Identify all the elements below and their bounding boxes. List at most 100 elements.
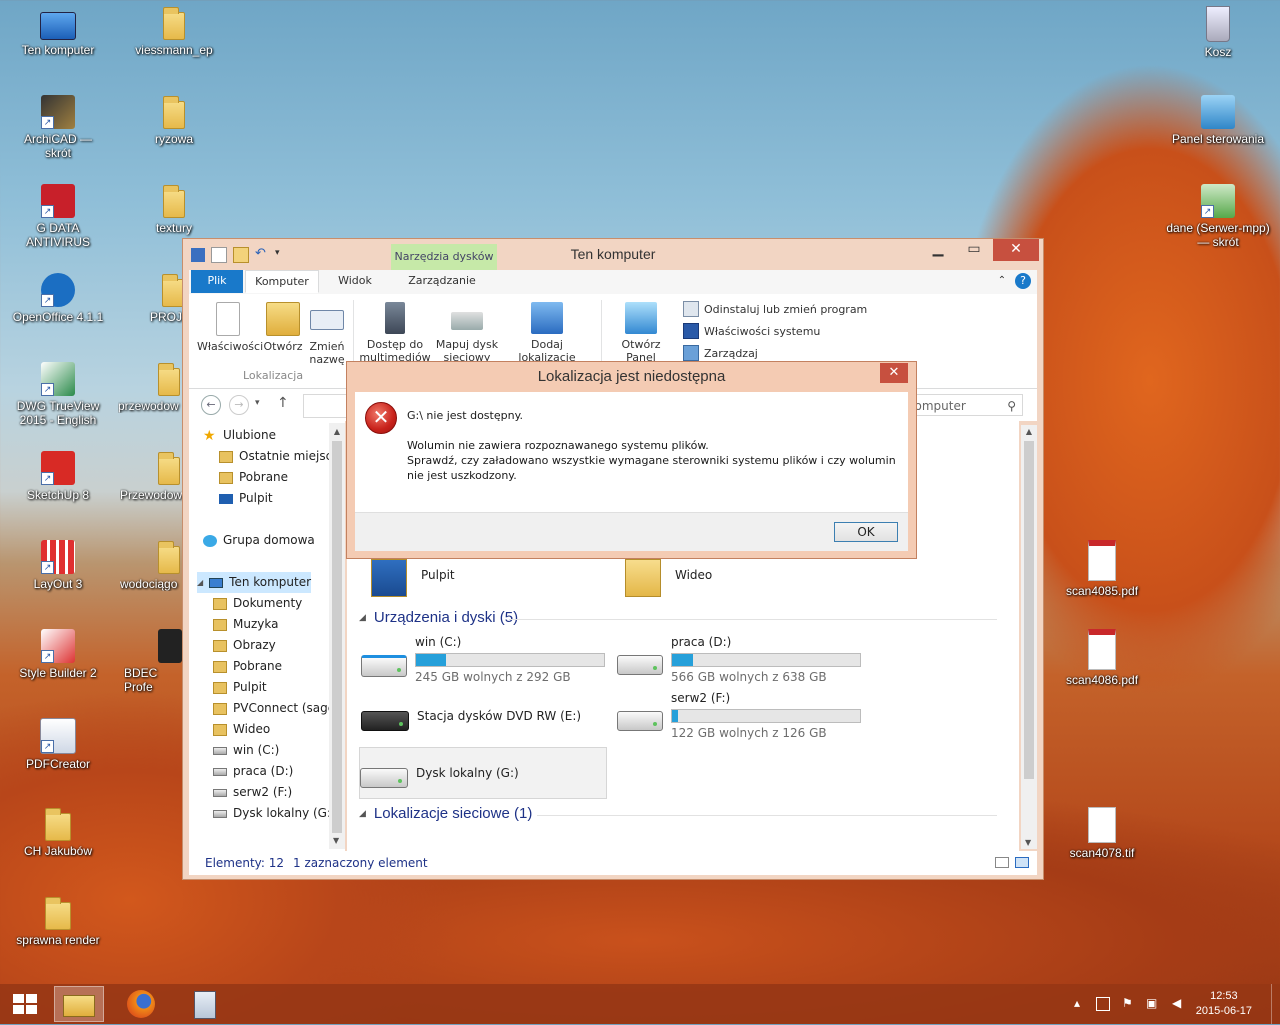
expand-chevron-icon[interactable]: ◢	[197, 572, 203, 593]
desktop-icon-panel-sterowania[interactable]: Panel sterowania	[1170, 95, 1266, 146]
desktop-icon-label: OpenOffice 4.1.1	[12, 310, 104, 324]
nav-item[interactable]: Pobrane	[219, 467, 288, 488]
desktop-icon-style-builder[interactable]: ↗ Style Builder 2	[10, 629, 106, 680]
tab-komputer[interactable]: Komputer	[245, 270, 319, 293]
network-section-header[interactable]: ◢ Lokalizacje sieciowe (1)	[359, 805, 532, 822]
desktop-icon-wodociagi[interactable]: wodociągo	[120, 540, 182, 591]
close-button[interactable]: ✕	[993, 239, 1039, 261]
desktop-icon-ryzowa[interactable]: ryzowa	[126, 95, 222, 146]
tab-widok[interactable]: Widok	[325, 270, 385, 293]
control-panel-icon	[625, 302, 657, 334]
navigation-scrollbar[interactable]: ▲ ▼	[329, 423, 345, 849]
desktop-icon-ch-jakubow[interactable]: CH Jakubów	[10, 807, 106, 858]
nav-item[interactable]: Wideo	[213, 719, 270, 740]
drive-tile-c[interactable]: win (C:) 245 GB wolnych z 292 GB	[361, 635, 605, 687]
nav-item[interactable]: ◢ Ten komputer	[197, 572, 312, 593]
map-network-drive-button[interactable]: Mapuj dysk sieciowy	[435, 302, 499, 364]
system-properties-button[interactable]: Właściwości systemu	[683, 323, 820, 339]
desktop-icon-viessmann[interactable]: viessmann_ep	[126, 6, 222, 57]
nav-item[interactable]: Pulpit	[219, 488, 273, 509]
scroll-thumb[interactable]	[332, 441, 342, 833]
back-button[interactable]: ←	[201, 395, 221, 415]
search-input[interactable]: komputer ⚲	[903, 394, 1023, 416]
tab-plik[interactable]: Plik	[191, 270, 243, 293]
drive-tile-dvd[interactable]: Stacja dysków DVD RW (E:)	[361, 691, 605, 743]
explorer-titlebar[interactable]: ↶ ▾ Narzędzia dysków Ten komputer ▁ ▭ ✕	[183, 239, 1043, 270]
taskbar-explorer-button[interactable]	[54, 986, 104, 1022]
nav-item[interactable]: Muzyka	[213, 614, 278, 635]
drive-tile-g-selected[interactable]: Dysk lokalny (G:)	[359, 747, 607, 799]
dialog-close-button[interactable]: ✕	[880, 363, 908, 383]
desktop-icon-dane-serwer[interactable]: ↗ dane (Serwer-mpp) — skrót	[1164, 184, 1272, 249]
help-icon[interactable]: ?	[1015, 273, 1031, 289]
collapse-chevron-icon[interactable]: ◢	[359, 808, 366, 819]
drive-tile-d[interactable]: praca (D:) 566 GB wolnych z 638 GB	[617, 635, 861, 687]
desktop-icon-label: Przewodow	[120, 488, 182, 502]
open-button[interactable]: Otwórz	[261, 302, 305, 353]
show-desktop-button[interactable]	[1271, 984, 1280, 1024]
nav-item[interactable]: Grupa domowa	[203, 530, 315, 551]
desktop-icon-scan4078[interactable]: scan4078.tif	[1054, 807, 1150, 860]
scroll-down-icon[interactable]: ▼	[333, 836, 339, 845]
recent-locations-chevron-icon[interactable]: ▾	[255, 398, 260, 408]
nav-item[interactable]: praca (D:)	[213, 761, 293, 782]
media-access-button[interactable]: Dostęp do multimediów	[357, 302, 433, 364]
desktop-icon-scan4085[interactable]: scan4085.pdf	[1054, 540, 1150, 598]
nav-item[interactable]: Ostatnie miejsca	[219, 446, 340, 467]
rename-button[interactable]: Zmień nazwę	[307, 302, 347, 366]
uninstall-program-button[interactable]: Odinstaluj lub zmień program	[683, 301, 867, 317]
nav-item[interactable]: Pobrane	[213, 656, 282, 677]
nav-item[interactable]: Dokumenty	[213, 593, 302, 614]
devices-section-header[interactable]: ◢ Urządzenia i dyski (5)	[359, 609, 518, 626]
properties-button[interactable]: Właściwości	[197, 302, 263, 353]
taskbar-firefox-button[interactable]	[116, 986, 166, 1022]
desktop-icon-sketchup[interactable]: ↗ SketchUp 8	[10, 451, 106, 502]
scroll-up-icon[interactable]: ▲	[1021, 427, 1037, 436]
maximize-button[interactable]: ▭	[957, 239, 991, 261]
taskbar-calculator-button[interactable]	[180, 986, 230, 1022]
nav-item[interactable]: Pulpit	[213, 677, 267, 698]
nav-item[interactable]: win (C:)	[213, 740, 279, 761]
ribbon-collapse-icon[interactable]: ⌃	[995, 270, 1009, 293]
nav-item[interactable]: PVConnect (sage	[213, 698, 335, 719]
show-hidden-icons-icon[interactable]: ▴	[1074, 996, 1080, 1010]
up-button[interactable]: ↑	[277, 395, 289, 411]
scroll-thumb[interactable]	[1024, 441, 1034, 779]
desktop-icon-sprawna-render[interactable]: sprawna render	[10, 896, 106, 947]
nav-item[interactable]: serw2 (F:)	[213, 782, 292, 803]
tiles-view-icon[interactable]	[1015, 857, 1029, 868]
start-button[interactable]	[0, 986, 50, 1022]
desktop-icon-gdata[interactable]: ↗ G DATA ANTIVIRUS	[10, 184, 106, 249]
scroll-down-icon[interactable]: ▼	[1025, 838, 1031, 847]
desktop-icon-scan4086[interactable]: scan4086.pdf	[1054, 629, 1150, 687]
nav-item[interactable]: ★ Ulubione	[203, 425, 276, 446]
desktop-icon-layout[interactable]: ↗ LayOut 3	[10, 540, 106, 591]
taskbar-clock[interactable]: 12:53 2015-06-17	[1196, 989, 1252, 1019]
forward-button[interactable]: →	[229, 395, 249, 415]
manage-button[interactable]: Zarządzaj	[683, 345, 758, 361]
drive-tile-f[interactable]: serw2 (F:) 122 GB wolnych z 126 GB	[617, 691, 861, 743]
ok-button[interactable]: OK	[834, 522, 898, 542]
action-center-icon[interactable]	[1096, 997, 1110, 1011]
desktop-icon-archicad[interactable]: ↗ ArchiCAD — skrót	[10, 95, 106, 160]
desktop-icon-ten-komputer[interactable]: Ten komputer	[10, 6, 106, 57]
desktop-icon-openoffice[interactable]: ↗ OpenOffice 4.1.1	[10, 273, 106, 324]
desktop-icon-textury[interactable]: textury	[126, 184, 222, 235]
desktop-icon-pdfcreator[interactable]: ↗ PDFCreator	[10, 718, 106, 771]
desktop-icon-przewodow-1[interactable]: przewodow	[118, 362, 182, 413]
content-scrollbar[interactable]: ▲ ▼	[1021, 425, 1037, 849]
collapse-chevron-icon[interactable]: ◢	[359, 612, 366, 623]
network-icon[interactable]: ▣	[1146, 996, 1157, 1010]
details-view-icon[interactable]	[995, 857, 1009, 868]
scroll-up-icon[interactable]: ▲	[329, 427, 345, 436]
nav-item[interactable]: Obrazy	[213, 635, 276, 656]
desktop-icon-przewodow-2[interactable]: Przewodow	[120, 451, 182, 502]
tab-zarzadzanie[interactable]: Zarządzanie	[399, 270, 485, 293]
minimize-button[interactable]: ▁	[921, 239, 955, 261]
flag-icon[interactable]: ⚑	[1122, 996, 1133, 1010]
nav-item[interactable]: Dysk lokalny (G:)	[213, 803, 336, 824]
desktop-icon-bdec[interactable]: BDEC Profe	[124, 629, 182, 694]
volume-icon[interactable]: ◀	[1172, 996, 1181, 1010]
desktop-icon-kosz[interactable]: Kosz	[1170, 6, 1266, 59]
desktop-icon-dwg-trueview[interactable]: ↗ DWG TrueView 2015 - English	[10, 362, 106, 427]
